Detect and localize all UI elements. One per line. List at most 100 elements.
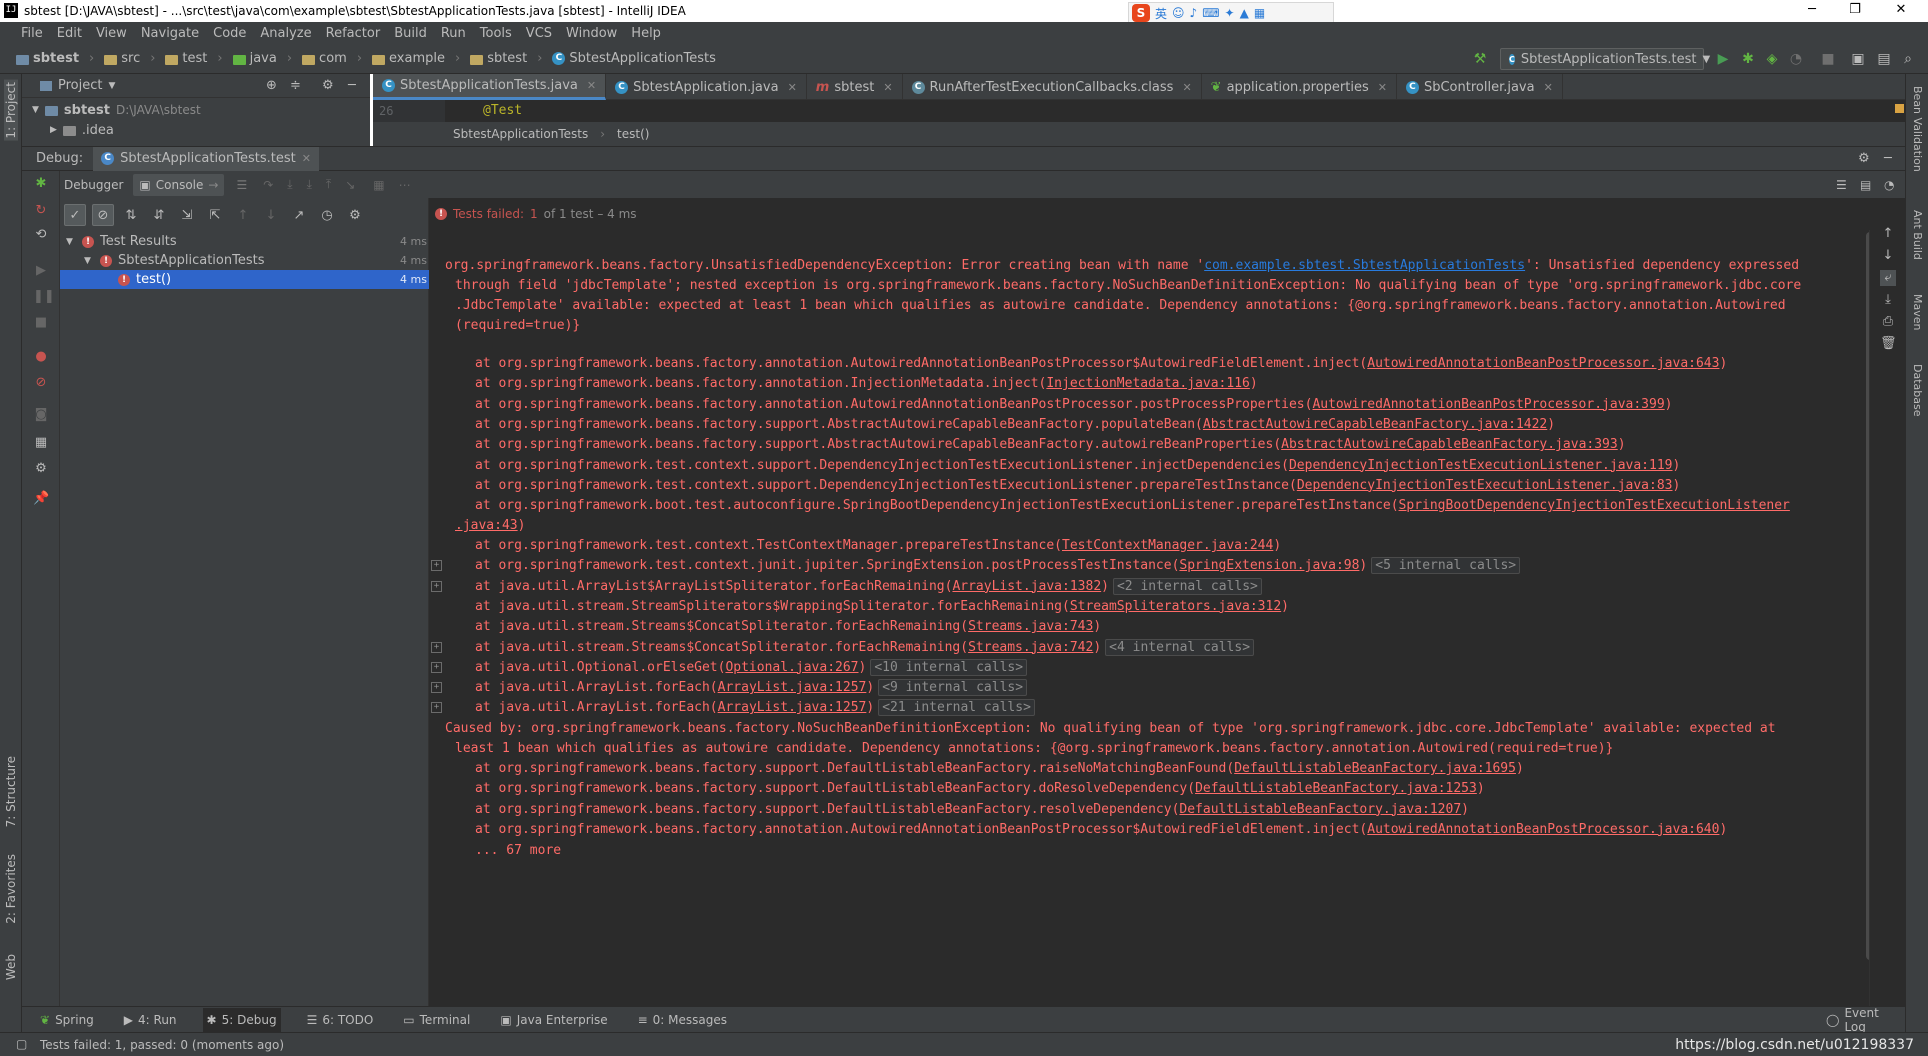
frame-link[interactable]: AbstractAutowireCapableBeanFactory.java:… xyxy=(1203,417,1547,432)
resume-icon[interactable]: ▶ xyxy=(33,263,49,279)
editor-crumb-method[interactable]: test() xyxy=(617,127,649,141)
soft-wrap-icon[interactable]: ⤶ xyxy=(1880,270,1896,286)
frame-link[interactable]: AbstractAutowireCapableBeanFactory.java:… xyxy=(1281,437,1618,452)
editor-crumb-class[interactable]: SbtestApplicationTests xyxy=(453,127,588,141)
close-icon[interactable]: ✕ xyxy=(788,81,797,94)
frame-link[interactable]: AutowiredAnnotationBeanPostProcessor.jav… xyxy=(1367,356,1719,371)
ime-language[interactable]: 英 xyxy=(1155,5,1167,22)
force-step-into-icon[interactable]: ⤓ xyxy=(307,177,312,192)
profile-icon[interactable]: ◔ xyxy=(1788,51,1804,67)
locate-icon[interactable]: ⊕ xyxy=(266,78,277,93)
project-structure-icon[interactable]: ▣ xyxy=(1850,51,1866,67)
frame-link[interactable]: ArrayList.java:1257 xyxy=(718,700,867,715)
show-passed-icon[interactable]: ✓ xyxy=(64,204,86,226)
build-hammer-icon[interactable]: ⚒ xyxy=(1472,51,1488,67)
tab-application-properties[interactable]: ❦ application.properties ✕ xyxy=(1202,74,1397,100)
debug-icon[interactable]: ✱ xyxy=(1740,51,1756,67)
restore-layout-icon[interactable]: ▦ xyxy=(33,435,49,451)
step-over-icon[interactable]: ↷ xyxy=(263,178,273,192)
frame-link[interactable]: ArrayList.java:1382 xyxy=(952,579,1101,594)
settings-icon[interactable]: ⚙ xyxy=(33,461,49,477)
frame-link[interactable]: ArrayList.java:1257 xyxy=(718,680,867,695)
test-row-class[interactable]: ▼ ! SbtestApplicationTests 4 ms xyxy=(60,251,429,270)
internal-calls-badge[interactable]: <10 internal calls> xyxy=(870,658,1028,676)
down-arrow-icon[interactable]: ↓ xyxy=(1880,248,1896,264)
restore-icon[interactable]: ❐ xyxy=(1840,2,1870,17)
close-icon[interactable]: ✕ xyxy=(1182,81,1191,94)
frame-link[interactable]: AutowiredAnnotationBeanPostProcessor.jav… xyxy=(1367,822,1719,837)
menu-refactor[interactable]: Refactor xyxy=(319,26,388,41)
tab-terminal[interactable]: ▭ Terminal xyxy=(399,1008,474,1032)
collapse-all-icon[interactable]: ≑ xyxy=(290,78,301,93)
minimize-icon[interactable]: ─ xyxy=(1797,2,1827,17)
tab-event-log[interactable]: ◯ Event Log xyxy=(1822,1006,1905,1034)
step-into-icon[interactable]: ⤓ xyxy=(287,177,292,192)
frame-link[interactable]: Optional.java:267 xyxy=(725,660,858,675)
run-icon[interactable]: ▶ xyxy=(1715,51,1731,67)
tab-debugger[interactable]: Debugger xyxy=(58,174,129,196)
sort-alpha-icon[interactable]: ⇅ xyxy=(120,204,142,226)
expand-fold-icon[interactable]: + xyxy=(431,702,442,714)
menu-view[interactable]: View xyxy=(89,26,134,41)
test-row-method[interactable]: ! test() 4 ms xyxy=(60,270,429,289)
chevron-right-icon[interactable]: ▶ xyxy=(50,125,57,135)
crumb-java[interactable]: java xyxy=(250,51,277,66)
chevron-down-icon[interactable]: ▼ xyxy=(66,237,82,247)
frame-link[interactable]: DependencyInjectionTestExecutionListener… xyxy=(1289,458,1673,473)
camera-icon[interactable]: ◙ xyxy=(33,407,49,423)
internal-calls-badge[interactable]: <2 internal calls> xyxy=(1112,577,1262,595)
collapse-all-icon[interactable]: ⇱ xyxy=(204,204,226,226)
pause-icon[interactable]: ❚❚ xyxy=(33,289,55,305)
menu-build[interactable]: Build xyxy=(387,26,434,41)
ime-keyboard-icon[interactable]: ⌨ xyxy=(1202,6,1219,20)
frame-link[interactable]: SpringExtension.java:98 xyxy=(1179,558,1359,573)
tab-structure[interactable]: 7: Structure xyxy=(4,756,18,827)
code-editor[interactable]: 26 @Test xyxy=(373,100,1905,122)
menu-help[interactable]: Help xyxy=(624,26,668,41)
scroll-to-end-icon[interactable]: ⤓ xyxy=(1880,292,1896,308)
menu-run[interactable]: Run xyxy=(434,26,473,41)
expand-fold-icon[interactable]: + xyxy=(431,641,442,653)
list-icon[interactable]: ☰ xyxy=(1836,178,1847,192)
menu-edit[interactable]: Edit xyxy=(50,26,89,41)
frame-link[interactable]: DefaultListableBeanFactory.java:1207 xyxy=(1179,802,1461,817)
crumb-sbtest-pkg[interactable]: sbtest xyxy=(487,51,527,66)
crumb-src[interactable]: src xyxy=(121,51,140,66)
expand-all-icon[interactable]: ⇲ xyxy=(176,204,198,226)
tree-item-idea[interactable]: ▶ .idea xyxy=(22,120,370,140)
internal-calls-badge[interactable]: <4 internal calls> xyxy=(1105,638,1255,656)
next-failed-icon[interactable]: ↓ xyxy=(260,204,282,226)
menu-vcs[interactable]: VCS xyxy=(519,26,559,41)
evaluate-icon[interactable]: ▦ xyxy=(373,178,384,192)
close-icon[interactable]: ✕ xyxy=(587,79,596,92)
frame-link[interactable]: Streams.java:743 xyxy=(968,619,1093,634)
close-icon[interactable]: ✕ xyxy=(1544,81,1553,94)
view-breakpoints-icon[interactable]: ● xyxy=(33,349,49,365)
tab-bean-validation[interactable]: Bean Validation xyxy=(1911,86,1924,172)
chevron-down-icon[interactable]: ▼ xyxy=(84,256,100,266)
internal-calls-badge[interactable]: <21 internal calls> xyxy=(878,699,1035,717)
frame-link[interactable]: AutowiredAnnotationBeanPostProcessor.jav… xyxy=(1312,397,1664,412)
trace-icon[interactable]: ⋯ xyxy=(399,178,411,192)
frame-link[interactable]: TestContextManager.java:244 xyxy=(1062,538,1273,553)
close-icon[interactable]: ✕ xyxy=(883,81,892,94)
crumb-example[interactable]: example xyxy=(389,51,445,66)
up-arrow-icon[interactable]: ↑ xyxy=(1880,226,1896,242)
sogou-icon[interactable]: S xyxy=(1132,4,1150,22)
rerun-failed-icon[interactable]: ↻ xyxy=(33,203,49,219)
menu-analyze[interactable]: Analyze xyxy=(253,26,318,41)
close-icon[interactable]: ✕ xyxy=(302,152,311,165)
tab-project[interactable]: 1: Project xyxy=(4,80,18,141)
frame-link[interactable]: InjectionMetadata.java:116 xyxy=(1046,376,1250,391)
menu-code[interactable]: Code xyxy=(206,26,253,41)
pin-icon[interactable]: 📌 xyxy=(33,491,49,507)
tree-item-root[interactable]: ▼ sbtest D:\JAVA\sbtest xyxy=(22,100,370,120)
gear-icon[interactable]: ⚙ xyxy=(322,78,334,93)
layout-icon[interactable]: ▤ xyxy=(1860,178,1871,192)
stop-icon[interactable]: ■ xyxy=(1820,51,1836,67)
status-bar-icon[interactable]: ▢ xyxy=(16,1037,27,1051)
tab-run[interactable]: ▶ 4: Run xyxy=(120,1008,181,1032)
project-view-select[interactable]: Project xyxy=(58,78,102,93)
print-icon[interactable]: ⎙ xyxy=(1880,314,1896,330)
tab-sbtest-maven[interactable]: m sbtest ✕ xyxy=(807,74,903,100)
